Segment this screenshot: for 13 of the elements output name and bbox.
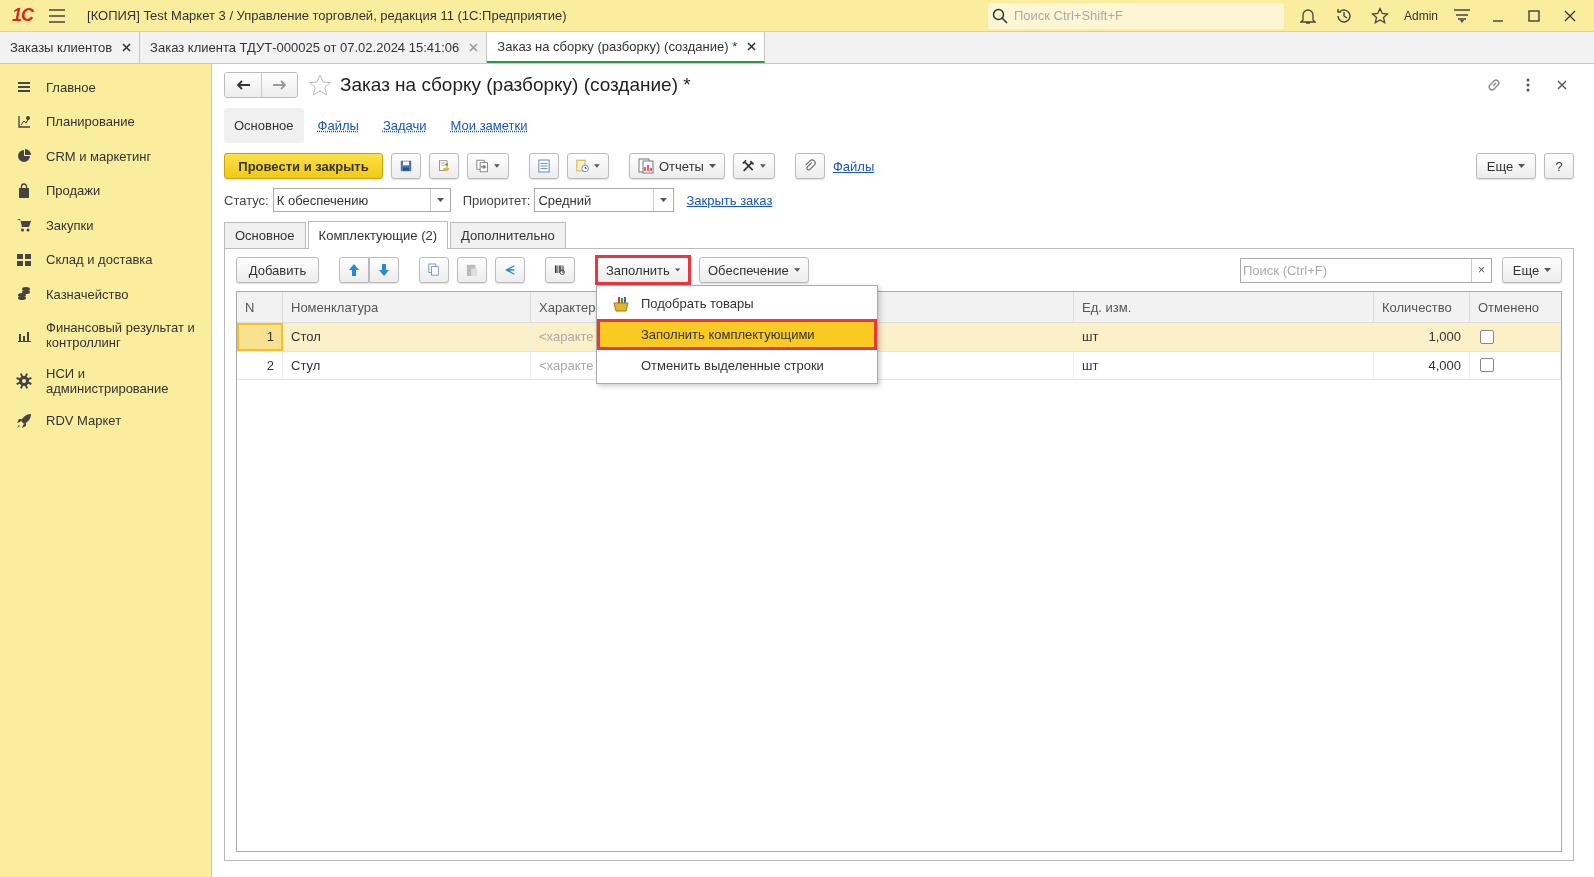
table-cell: Стол — [283, 323, 531, 351]
field-label: Статус: — [224, 192, 269, 208]
form-title: Заказ на сборку (разборку) (создание) * — [340, 74, 692, 96]
app-logo: 1С — [12, 5, 33, 26]
table-cell: 1,000 — [1374, 323, 1470, 351]
field-label: Приоритет: — [462, 192, 531, 208]
table-cell: шт — [1074, 351, 1374, 379]
table-cell: 1 — [237, 323, 283, 351]
table-cell: 2 — [237, 351, 283, 379]
window-title: [КОПИЯ] Test Маркет 3 / Управление торговлей, редакция 11 (1С:Предприятие) — [87, 8, 568, 23]
table-cell: 4,000 — [1374, 351, 1470, 379]
table-cell: Стул — [283, 351, 531, 379]
table-cell: шт — [1074, 323, 1374, 351]
